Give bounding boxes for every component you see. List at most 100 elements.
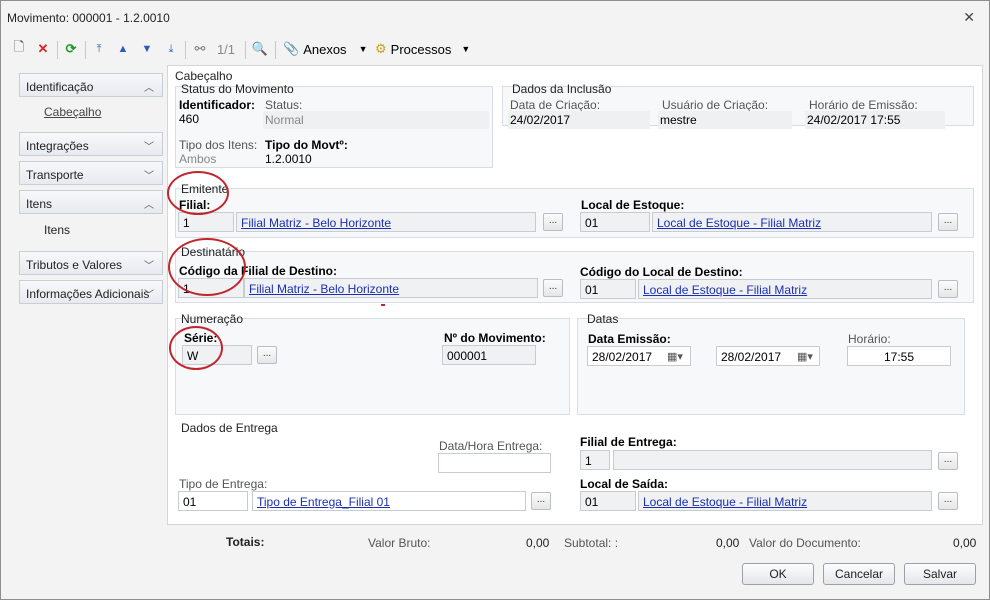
filial-lookup-button[interactable]: ...	[543, 213, 563, 231]
filial-destino-link[interactable]: Filial Matriz - Belo Horizonte	[249, 282, 399, 296]
binoculars-icon[interactable]: ⚯	[191, 39, 209, 59]
anexos-label: Anexos	[303, 41, 347, 57]
sidebar-item-tributos[interactable]: Tributos e Valores ﹀	[19, 251, 163, 275]
filial-destino-name-field[interactable]: Filial Matriz - Belo Horizonte	[244, 278, 538, 298]
sidebar-item-label: Informações Adicionais	[26, 287, 150, 301]
horario-emissao-label: Horário de Emissão:	[809, 98, 918, 112]
sidebar-subitem-cabecalho[interactable]: Cabeçalho	[44, 105, 101, 119]
toolbar-divider	[275, 41, 276, 59]
second-date-value: 28/02/2017	[721, 350, 782, 364]
local-destino-lookup-button[interactable]: ...	[938, 280, 958, 298]
filial-code-field[interactable]: 1	[178, 212, 234, 232]
sidebar-subitem-itens[interactable]: Itens	[44, 223, 70, 237]
local-estoque-label: Local de Estoque:	[581, 198, 685, 212]
filial-link[interactable]: Filial Matriz - Belo Horizonte	[241, 216, 391, 230]
refresh-icon[interactable]: ⟳	[63, 39, 79, 59]
red-mark	[381, 304, 385, 306]
sidebar-item-integracoes[interactable]: Integrações ﹀	[19, 132, 163, 156]
totais-label: Totais:	[226, 535, 265, 549]
tipo-entrega-code-field[interactable]: 01	[178, 491, 248, 511]
local-destino-name-field[interactable]: Local de Estoque - Filial Matriz	[638, 279, 932, 299]
valor-documento-label: Valor do Documento:	[749, 536, 861, 550]
sidebar-item-label: Itens	[26, 197, 53, 211]
toolbar-divider	[185, 41, 186, 59]
tipo-entrega-lookup-button[interactable]: ...	[531, 492, 551, 510]
local-saida-name-field[interactable]: Local de Estoque - Filial Matriz	[638, 491, 932, 511]
numero-movimento-field[interactable]: 000001	[442, 345, 536, 365]
local-destino-code-field[interactable]: 01	[580, 279, 636, 299]
local-estoque-code-field[interactable]: 01	[580, 212, 650, 232]
chevron-down-icon: ▼	[358, 44, 368, 54]
dados-entrega-title: Dados de Entrega	[181, 421, 278, 435]
tipo-entrega-name-field[interactable]: Tipo de Entrega_Filial 01	[252, 491, 526, 511]
local-destino-link[interactable]: Local de Estoque - Filial Matriz	[643, 283, 807, 297]
filial-entrega-label: Filial de Entrega:	[580, 435, 677, 449]
filial-name-field[interactable]: Filial Matriz - Belo Horizonte	[236, 212, 536, 232]
next-record-icon[interactable]: ▼	[139, 39, 155, 59]
horario-emissao-value: 24/02/2017 17:55	[805, 111, 945, 129]
local-saida-lookup-button[interactable]: ...	[938, 492, 958, 510]
data-criacao-value: 24/02/2017	[508, 111, 650, 129]
last-record-icon[interactable]: ⤓	[163, 39, 179, 59]
horario-label: Horário:	[848, 332, 891, 346]
first-record-icon[interactable]: ⤒	[91, 39, 107, 59]
sidebar-item-identificacao[interactable]: Identificação ︿	[19, 73, 163, 97]
sidebar-item-itens[interactable]: Itens ︿	[19, 190, 163, 214]
paperclip-icon: 📎	[283, 41, 300, 56]
horario-field[interactable]: 17:55	[847, 346, 951, 366]
sidebar-item-label: Tributos e Valores	[26, 258, 123, 272]
chevron-down-icon: ﹀	[144, 261, 154, 272]
local-estoque-lookup-button[interactable]: ...	[938, 213, 958, 231]
ok-button[interactable]: OK	[742, 563, 814, 585]
filial-entrega-code-field[interactable]: 1	[580, 450, 610, 470]
filial-entrega-lookup-button[interactable]: ...	[938, 452, 958, 470]
chevron-up-icon: ︿	[144, 83, 154, 94]
save-button[interactable]: Salvar	[904, 563, 976, 585]
toolbar: 🗋 ✕ ⟳ ⤒ ▲ ▼ ⤓ ⚯ 1/1 🔍 📎 Anexos ▼ ⚙ Proce…	[1, 35, 989, 63]
serie-lookup-button[interactable]: ...	[257, 346, 277, 364]
local-estoque-link[interactable]: Local de Estoque - Filial Matriz	[657, 216, 821, 230]
numero-movimento-label: Nº do Movimento:	[444, 331, 546, 345]
anexos-menu-button[interactable]: 📎 Anexos ▼	[283, 39, 373, 59]
processos-menu-button[interactable]: ⚙ Processos ▼	[375, 39, 475, 59]
window-title: Movimento: 000001 - 1.2.0010	[7, 11, 170, 25]
sidebar-item-transporte[interactable]: Transporte ﹀	[19, 161, 163, 185]
annotation-oval-filial-destino	[168, 238, 246, 296]
delete-icon[interactable]: ✕	[35, 39, 51, 59]
local-saida-label: Local de Saída:	[580, 477, 669, 491]
toolbar-divider	[85, 41, 86, 59]
tipo-movto-label: Tipo do Movtº:	[265, 138, 348, 152]
local-saida-code-field[interactable]: 01	[580, 491, 636, 511]
tipo-entrega-link[interactable]: Tipo de Entrega_Filial 01	[257, 495, 390, 509]
toolbar-divider	[245, 41, 246, 59]
sidebar-item-informacoes-adicionais[interactable]: Informações Adicionais ﹀	[19, 280, 163, 304]
usuario-criacao-value: mestre	[658, 111, 792, 129]
gear-icon: ⚙	[375, 41, 387, 56]
main-content: Cabeçalho Status do Movimento Identifica…	[167, 65, 983, 525]
data-emissao-label: Data Emissão:	[588, 332, 671, 346]
tipo-itens-value: Ambos	[179, 152, 217, 166]
data-hora-entrega-field[interactable]	[438, 453, 551, 473]
calendar-icon[interactable]: ▦▾	[662, 348, 688, 364]
filial-entrega-name-field[interactable]	[613, 450, 932, 470]
sidebar-item-label: Integrações	[26, 139, 89, 153]
local-estoque-name-field[interactable]: Local de Estoque - Filial Matriz	[652, 212, 932, 232]
chevron-down-icon: ﹀	[144, 142, 154, 153]
new-document-icon[interactable]: 🗋	[11, 39, 27, 59]
close-icon[interactable]: ✕	[963, 9, 975, 26]
tipo-itens-label: Tipo dos Itens:	[179, 138, 258, 152]
valor-bruto-label: Valor Bruto:	[368, 536, 431, 550]
tipo-entrega-label: Tipo de Entrega:	[179, 477, 268, 491]
filial-destino-lookup-button[interactable]: ...	[543, 279, 563, 297]
chevron-down-icon: ﹀	[144, 290, 154, 301]
subtotal-value: 0,00	[716, 536, 740, 550]
annotation-oval-filial	[167, 171, 229, 215]
local-saida-link[interactable]: Local de Estoque - Filial Matriz	[643, 495, 807, 509]
calendar-icon[interactable]: ▦▾	[792, 348, 818, 364]
cancel-button[interactable]: Cancelar	[823, 563, 895, 585]
previous-record-icon[interactable]: ▲	[115, 39, 131, 59]
search-icon[interactable]: 🔍	[251, 39, 269, 59]
identificador-value: 460	[179, 112, 200, 126]
data-criacao-label: Data de Criação:	[510, 98, 601, 112]
toolbar-divider	[57, 41, 58, 59]
